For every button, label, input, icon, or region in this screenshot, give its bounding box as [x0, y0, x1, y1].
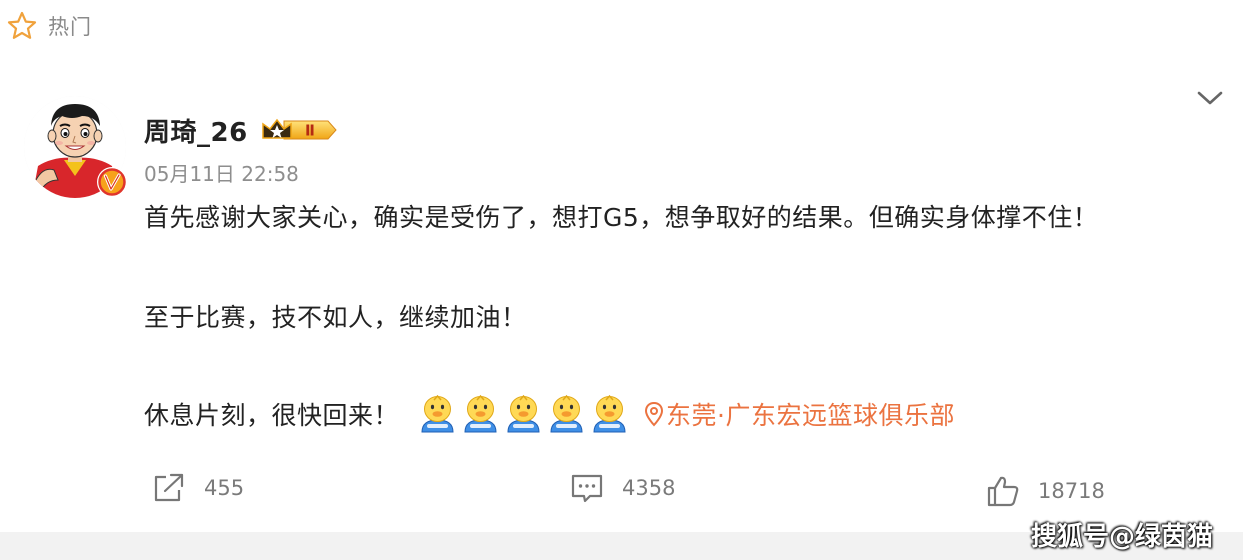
comment-count: 4358	[622, 476, 676, 500]
location-pin-icon	[645, 401, 664, 427]
comment-button[interactable]: 4358	[570, 472, 675, 504]
verified-v-icon	[97, 167, 127, 197]
duck-emoji-icon	[593, 394, 626, 433]
star-outline-icon	[7, 11, 37, 39]
like-count: 18718	[1038, 479, 1105, 503]
post-text-line: 至于比赛，技不如人，继续加油！	[144, 303, 527, 332]
hot-label: 热门	[48, 15, 92, 39]
location-link[interactable]: 东莞·广东宏远篮球俱乐部	[644, 396, 955, 432]
post-text-line: 休息片刻，很快回来！	[144, 401, 400, 430]
repost-button[interactable]: 455	[152, 472, 244, 504]
emoji-group	[417, 394, 630, 434]
thumbs-up-icon	[987, 476, 1019, 507]
duck-emoji-icon	[421, 394, 454, 433]
chevron-down-icon[interactable]	[1195, 86, 1225, 110]
share-icon	[154, 473, 184, 502]
duck-emoji-icon	[550, 394, 583, 433]
duck-emoji-icon	[464, 394, 497, 433]
like-button[interactable]: 18718	[986, 474, 1105, 508]
watermark: 搜狐号@绿茵猫	[1030, 522, 1213, 552]
repost-count: 455	[204, 476, 245, 500]
author-row: 周琦_26 Ⅱ	[144, 110, 338, 150]
author-name[interactable]: 周琦_26	[144, 112, 248, 149]
author-avatar[interactable]	[24, 96, 127, 198]
post-text-row: 休息片刻，很快回来！ 东莞·广东宏远篮球俱乐部	[144, 394, 955, 434]
hot-section-header: 热门	[6, 6, 92, 46]
level-text: Ⅱ	[305, 122, 315, 140]
post-text-line: 首先感谢大家关心，确实是受伤了，想打G5，想争取好的结果。但确实身体撑不住！	[144, 203, 1099, 232]
duck-emoji-icon	[507, 394, 540, 433]
post-timestamp[interactable]: 05月11日 22:58	[144, 158, 299, 187]
location-label: 东莞·广东宏远篮球俱乐部	[666, 401, 955, 430]
comment-icon	[571, 474, 603, 503]
crown-level-badge-icon[interactable]: Ⅱ	[260, 116, 338, 144]
